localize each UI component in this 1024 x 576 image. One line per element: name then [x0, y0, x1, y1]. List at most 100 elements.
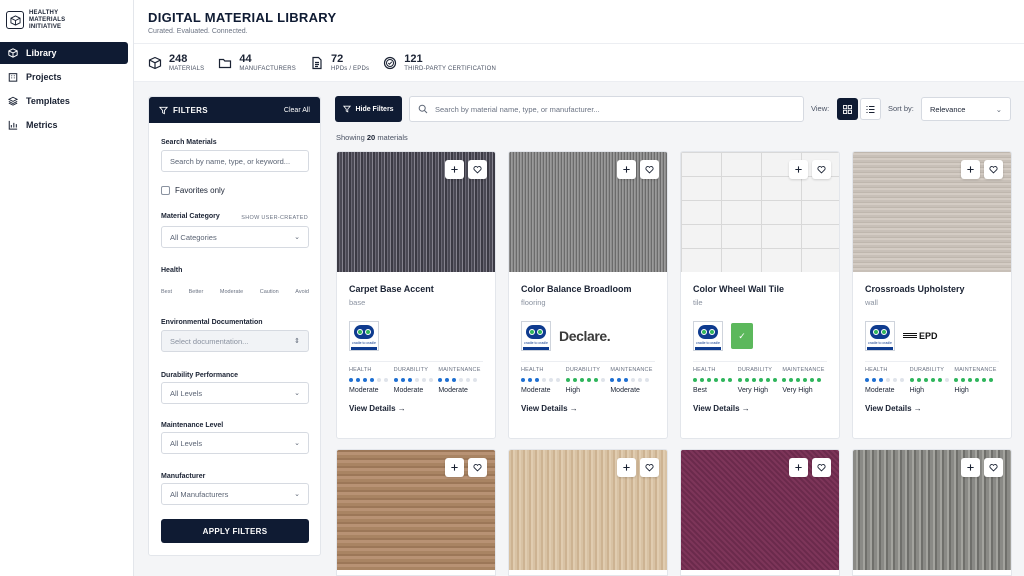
- heart-icon: [473, 166, 482, 174]
- material-name[interactable]: Color Balance Broadloom: [521, 284, 655, 294]
- metric-label: DURABILITY: [565, 367, 601, 373]
- add-to-project-button[interactable]: [445, 160, 464, 179]
- metric-value: Moderate: [865, 387, 895, 394]
- material-metrics: HEALTH Moderate DURABILITY High MAINTENANCE H…: [865, 367, 999, 394]
- material-card[interactable]: [508, 449, 668, 576]
- show-user-created-link[interactable]: SHOW USER-CREATED: [241, 215, 308, 221]
- material-category: wall: [865, 298, 878, 307]
- material-name[interactable]: Color Wheel Wall Tile: [693, 284, 827, 294]
- favorite-button[interactable]: [812, 160, 831, 179]
- favorite-button[interactable]: [640, 160, 659, 179]
- nav-item-projects[interactable]: Projects: [0, 66, 133, 88]
- rating-dot: [414, 378, 419, 382]
- certification-logos: cradle to cradle EPD: [865, 321, 999, 351]
- card-body: Carpet Base Accent base cradle to cradle HE…: [337, 272, 495, 438]
- add-to-project-button[interactable]: [617, 458, 636, 477]
- cradle-to-cradle-logo: cradle to cradle: [349, 321, 379, 351]
- c2c-dot: [881, 329, 887, 335]
- env-documentation-select[interactable]: Select documentation... ⇕: [161, 330, 309, 352]
- rating-dot: [872, 378, 876, 382]
- favorites-only-checkbox[interactable]: Favorites only: [161, 186, 225, 195]
- card-actions: [613, 160, 659, 179]
- rating-dot: [714, 378, 718, 382]
- cradle-to-cradle-logo: cradle to cradle: [521, 321, 551, 351]
- nav-item-library[interactable]: Library: [0, 42, 128, 64]
- metric-durability: DURABILITY High: [909, 367, 955, 394]
- material-image[interactable]: [853, 450, 1011, 570]
- nav-item-metrics[interactable]: Metrics: [0, 114, 133, 136]
- favorite-button[interactable]: [984, 160, 1003, 179]
- material-image[interactable]: [681, 450, 839, 570]
- metric-label: DURABILITY: [393, 367, 429, 373]
- material-image[interactable]: [509, 450, 667, 570]
- list-view-button[interactable]: [860, 98, 881, 120]
- durability-select[interactable]: All Levels ⌄: [161, 382, 309, 404]
- nav-label: Templates: [26, 96, 70, 106]
- card-actions: [957, 458, 1003, 477]
- view-details-link[interactable]: View Details →: [865, 404, 999, 413]
- material-image[interactable]: [337, 152, 495, 272]
- apply-filters-button[interactable]: APPLY FILTERS: [161, 519, 309, 543]
- material-image[interactable]: [337, 450, 495, 570]
- material-card[interactable]: Carpet Base Accent base cradle to cradle HE…: [336, 151, 496, 439]
- favorite-button[interactable]: [812, 458, 831, 477]
- maintenance-select[interactable]: All Levels ⌄: [161, 432, 309, 454]
- cube-icon: [8, 48, 18, 58]
- metric-health: HEALTH Best: [693, 367, 738, 394]
- material-card[interactable]: Crossroads Upholstery wall cradle to cradl…: [852, 151, 1012, 439]
- material-image[interactable]: [853, 152, 1011, 272]
- checkbox-box[interactable]: [161, 186, 170, 195]
- chevron-down-icon: ⌄: [294, 234, 300, 241]
- material-card[interactable]: Color Balance Broadloom flooring cradle to…: [508, 151, 668, 439]
- material-name[interactable]: Crossroads Upholstery: [865, 284, 999, 294]
- favorite-button[interactable]: [984, 458, 1003, 477]
- showing-prefix: Showing: [336, 133, 365, 142]
- add-to-project-button[interactable]: [961, 160, 980, 179]
- health-option-best[interactable]: Best: [161, 289, 172, 295]
- material-metrics: HEALTH Moderate DURABILITY Moderate MAINTENA…: [349, 367, 483, 394]
- add-to-project-button[interactable]: [789, 458, 808, 477]
- add-to-project-button[interactable]: [445, 458, 464, 477]
- material-name[interactable]: Carpet Base Accent: [349, 284, 483, 294]
- metric-value: Moderate: [610, 387, 640, 394]
- material-image[interactable]: [509, 152, 667, 272]
- material-card[interactable]: Color Wheel Wall Tile tile cradle to cradl…: [680, 151, 840, 439]
- plus-icon: [451, 166, 458, 173]
- logo[interactable]: HEALTHY MATERIALS INITIATIVE: [0, 0, 133, 40]
- health-option-avoid[interactable]: Avoid: [295, 289, 309, 295]
- material-card[interactable]: [336, 449, 496, 576]
- health-option-caution[interactable]: Caution: [260, 289, 279, 295]
- grid-view-button[interactable]: [837, 98, 858, 120]
- health-option-moderate[interactable]: Moderate: [220, 289, 243, 295]
- add-to-project-button[interactable]: [961, 458, 980, 477]
- c2c-ring-icon: [698, 325, 718, 339]
- material-metrics: HEALTH Best DURABILITY Very High MAINTENANCE…: [693, 367, 827, 394]
- health-option-better[interactable]: Better: [189, 289, 204, 295]
- rating-dot: [535, 378, 539, 382]
- material-image[interactable]: [681, 152, 839, 272]
- nav-item-templates[interactable]: Templates: [0, 90, 133, 112]
- add-to-project-button[interactable]: [617, 160, 636, 179]
- sort-select[interactable]: Relevance ⌄: [921, 97, 1011, 121]
- add-to-project-button[interactable]: [789, 160, 808, 179]
- clear-all-button[interactable]: Clear All: [284, 107, 310, 114]
- favorite-button[interactable]: [468, 458, 487, 477]
- material-card[interactable]: [852, 449, 1012, 576]
- page-header: DIGITAL MATERIAL LIBRARY Curated. Evalua…: [134, 0, 1024, 44]
- stat-label: MANUFACTURERS: [239, 65, 296, 72]
- view-details-link[interactable]: View Details →: [521, 404, 655, 413]
- sort-label: Sort by:: [888, 104, 914, 113]
- favorite-button[interactable]: [640, 458, 659, 477]
- card-actions: [613, 458, 659, 477]
- material-card[interactable]: [680, 449, 840, 576]
- sort-value: Relevance: [930, 104, 966, 114]
- view-details-link[interactable]: View Details →: [349, 404, 483, 413]
- manufacturer-select[interactable]: All Manufacturers ⌄: [161, 483, 309, 505]
- heart-icon: [645, 464, 654, 472]
- hide-filters-button[interactable]: Hide Filters: [335, 96, 402, 122]
- material-search-input[interactable]: Search by material name, type, or manufa…: [409, 96, 804, 122]
- search-materials-input[interactable]: Search by name, type, or keyword...: [161, 150, 309, 172]
- material-category-select[interactable]: All Categories ⌄: [161, 226, 309, 248]
- view-details-link[interactable]: View Details →: [693, 404, 827, 413]
- favorite-button[interactable]: [468, 160, 487, 179]
